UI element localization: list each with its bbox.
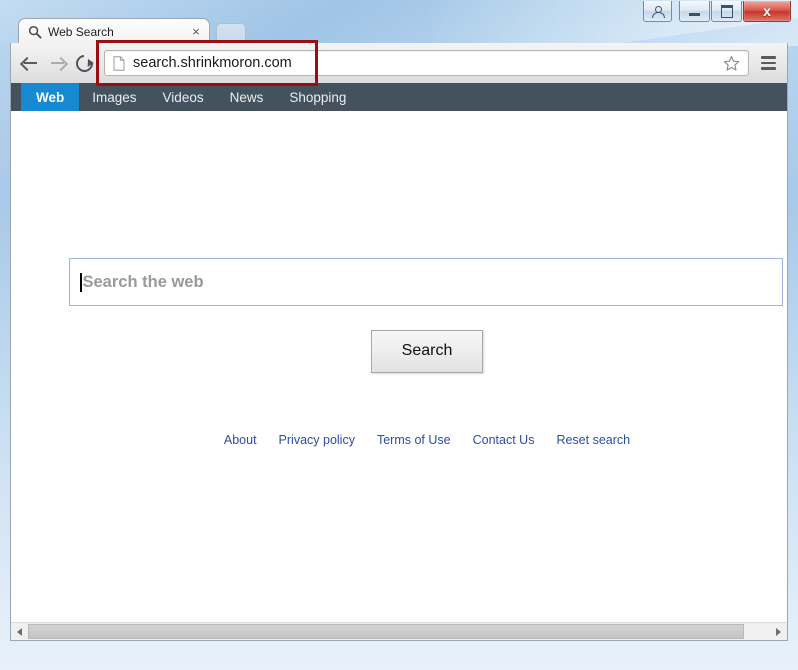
- search-input[interactable]: Search the web: [69, 258, 783, 306]
- minimize-icon: [689, 12, 700, 16]
- forward-button: [44, 49, 71, 77]
- page-viewport: Web Images Videos News Shopping Search t…: [10, 83, 788, 641]
- back-button[interactable]: [17, 49, 44, 77]
- footer-link-terms-of-use[interactable]: Terms of Use: [377, 433, 451, 447]
- search-button[interactable]: Search: [370, 330, 484, 373]
- hamburger-icon-bar: [760, 67, 776, 70]
- address-bar-url: search.shrinkmoron.com: [133, 55, 292, 71]
- footer-link-about[interactable]: About: [224, 433, 257, 447]
- minimize-button[interactable]: [679, 1, 710, 22]
- horizontal-scrollbar[interactable]: [11, 622, 787, 640]
- sitenav-item-news[interactable]: News: [217, 83, 277, 111]
- new-tab-button[interactable]: [216, 23, 246, 44]
- arrow-right-icon: [49, 56, 69, 71]
- user-icon: [651, 5, 665, 18]
- sitenav-item-images[interactable]: Images: [79, 83, 149, 111]
- footer-link-privacy-policy[interactable]: Privacy policy: [279, 433, 355, 447]
- search-button-row: Search: [69, 330, 785, 373]
- scroll-right-button[interactable]: [770, 623, 787, 640]
- hamburger-icon-bar: [760, 56, 776, 59]
- search-icon: [28, 25, 42, 39]
- text-caret: [80, 272, 82, 292]
- page-icon: [113, 55, 125, 71]
- hamburger-icon-bar: [760, 61, 776, 65]
- chevron-left-icon: [17, 627, 22, 636]
- arrow-left-icon: [19, 56, 39, 71]
- browser-tab[interactable]: Web Search ×: [18, 18, 210, 44]
- footer-links: About Privacy policy Terms of Use Contac…: [69, 433, 785, 447]
- bookmark-star-icon[interactable]: [723, 55, 740, 72]
- sitenav-item-shopping[interactable]: Shopping: [276, 83, 359, 111]
- sitenav-item-web[interactable]: Web: [21, 83, 80, 111]
- maximize-button[interactable]: [711, 1, 742, 22]
- window-controls: x: [643, 1, 792, 22]
- reload-icon: [72, 51, 97, 75]
- footer-link-reset-search[interactable]: Reset search: [556, 433, 630, 447]
- tab-title: Web Search: [48, 24, 114, 39]
- sitenav-item-videos[interactable]: Videos: [150, 83, 217, 111]
- footer-link-contact-us[interactable]: Contact Us: [473, 433, 535, 447]
- user-account-button[interactable]: [643, 1, 672, 22]
- reload-button[interactable]: [71, 49, 98, 77]
- scrollbar-thumb[interactable]: [28, 624, 745, 639]
- chevron-right-icon: [776, 627, 781, 636]
- address-bar[interactable]: search.shrinkmoron.com: [104, 50, 749, 76]
- close-tab-button[interactable]: ×: [189, 24, 203, 39]
- browser-window: x Web Search × search.shrinkmoron.com We…: [0, 0, 798, 670]
- scroll-left-button[interactable]: [11, 623, 28, 640]
- site-navigation: Web Images Videos News Shopping: [11, 83, 787, 111]
- close-icon: x: [763, 3, 771, 19]
- search-area: Search the web Search About Privacy poli…: [69, 258, 785, 447]
- maximize-icon: [720, 4, 733, 18]
- close-window-button[interactable]: x: [743, 1, 791, 22]
- scrollbar-track[interactable]: [28, 624, 770, 639]
- browser-menu-button[interactable]: [753, 49, 783, 77]
- search-input-placeholder: Search the web: [82, 272, 204, 291]
- browser-toolbar: search.shrinkmoron.com: [10, 43, 788, 83]
